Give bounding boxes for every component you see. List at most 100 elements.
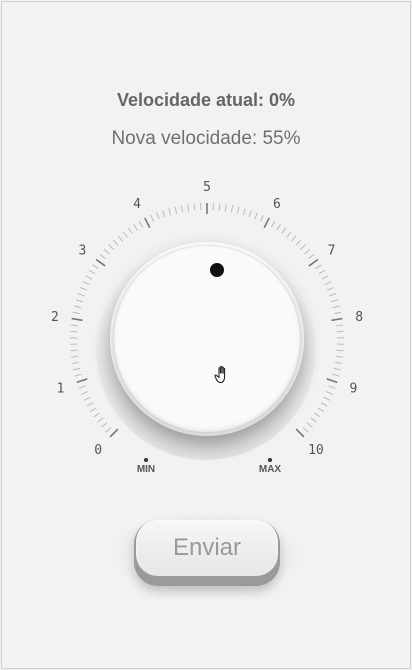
dial-minor-tick	[88, 269, 96, 275]
dial-minor-tick	[242, 208, 246, 216]
dial-minor-tick	[323, 396, 331, 401]
dial-minor-tick	[77, 293, 85, 297]
dial-label-5: 5	[203, 180, 211, 195]
dial-major-tick	[308, 258, 319, 267]
dial-major-tick	[295, 428, 305, 438]
dial-minor-tick	[291, 235, 297, 242]
dial-minor-tick	[302, 427, 309, 433]
dial-label-4: 4	[133, 197, 141, 212]
dial-minor-tick	[193, 203, 196, 211]
dial-minor-tick	[310, 417, 317, 423]
dial-minor-tick	[315, 264, 322, 270]
dial-minor-tick	[97, 417, 104, 423]
dial-minor-tick	[92, 264, 99, 270]
max-label: MAX	[258, 464, 282, 475]
dial-minor-tick	[318, 269, 326, 275]
current-speed-label: Velocidade atual: 0%	[116, 90, 296, 110]
send-button[interactable]: Enviar	[136, 520, 278, 576]
dial-major-tick	[71, 317, 83, 322]
dial-minor-tick	[70, 349, 78, 352]
dial-minor-tick	[174, 206, 178, 214]
dial-minor-tick	[156, 212, 160, 220]
dial-minor-tick	[321, 275, 329, 280]
dial-major-tick	[95, 258, 106, 267]
dial-minor-tick	[71, 361, 80, 365]
dial-minor-tick	[80, 287, 88, 291]
dial-minor-tick	[72, 311, 80, 315]
dial-minor-tick	[81, 391, 88, 395]
dial-minor-tick	[300, 244, 306, 250]
dial-minor-tick	[306, 422, 313, 428]
dial-label-3: 3	[78, 243, 86, 258]
dial-minor-tick	[85, 275, 93, 280]
dial-label-2: 2	[51, 310, 59, 325]
dial-minor-tick	[187, 204, 190, 212]
dial-minor-tick	[236, 206, 240, 214]
dial-label-9: 9	[350, 382, 358, 397]
dial-minor-tick	[74, 305, 82, 309]
dial-label-7: 7	[328, 243, 336, 258]
dial-minor-tick	[75, 299, 83, 303]
dial-minor-tick	[122, 231, 128, 238]
dial-minor-tick	[276, 224, 281, 231]
min-label: MIN	[136, 464, 156, 475]
dial-minor-tick	[101, 422, 108, 428]
dial-minor-tick	[133, 224, 138, 231]
dial-minor-tick	[78, 385, 86, 389]
dial-major-tick	[144, 217, 151, 229]
dial-minor-tick	[254, 212, 258, 220]
dial-minor-tick	[332, 305, 340, 309]
dial-minor-tick	[105, 427, 112, 433]
dial-label-10: 10	[308, 443, 324, 458]
dial-minor-tick	[89, 407, 97, 413]
dial-minor-tick	[168, 208, 172, 216]
dial-minor-tick	[304, 249, 311, 255]
dial-minor-tick	[150, 214, 154, 222]
dial-label-6: 6	[273, 197, 281, 212]
dial-minor-tick	[108, 244, 114, 250]
dial-minor-tick	[326, 287, 334, 291]
dial-minor-tick	[83, 396, 91, 401]
dial-minor-tick	[334, 311, 342, 315]
dial-minor-tick	[93, 412, 100, 418]
dial-minor-tick	[308, 253, 315, 260]
dial-major-tick	[331, 317, 343, 322]
hand-cursor-icon	[214, 365, 226, 384]
dial-major-tick	[109, 428, 119, 438]
dial-minor-tick	[99, 253, 106, 260]
dial-minor-tick	[180, 205, 184, 213]
dial-minor-tick	[336, 324, 344, 327]
dial-label-0: 0	[94, 443, 102, 458]
dial-minor-tick	[270, 220, 276, 228]
dial-minor-tick	[336, 349, 344, 352]
dial-minor-tick	[314, 412, 321, 418]
dial-minor-tick	[281, 227, 287, 234]
dial-minor-tick	[248, 210, 252, 218]
new-speed-label: Nova velocidade: 55%	[111, 128, 301, 149]
max-dot	[268, 458, 272, 462]
dial-minor-tick	[324, 281, 332, 286]
dial-minor-tick	[329, 293, 337, 297]
dial-major-tick	[263, 217, 270, 229]
dial-minor-tick	[117, 235, 123, 242]
dial-label-1: 1	[57, 382, 65, 397]
dial-minor-tick	[224, 204, 227, 212]
dial-minor-tick	[112, 239, 119, 246]
dial-minor-tick	[70, 324, 78, 327]
min-dot	[144, 458, 148, 462]
dial-minor-tick	[295, 239, 302, 246]
dial-label-8: 8	[355, 310, 363, 325]
dial-minor-tick	[332, 373, 340, 377]
knob-indicator	[210, 263, 224, 277]
dial-major-tick	[76, 378, 88, 384]
dial-minor-tick	[127, 227, 133, 234]
dial-minor-tick	[334, 361, 343, 365]
dial-minor-tick	[328, 385, 336, 389]
speed-knob[interactable]	[114, 246, 300, 432]
dial-minor-tick	[82, 281, 90, 286]
dial-minor-tick	[218, 203, 221, 211]
dial-minor-tick	[86, 402, 94, 407]
dial-minor-tick	[260, 214, 264, 222]
dial-minor-tick	[333, 367, 341, 371]
dial-minor-tick	[326, 391, 333, 395]
